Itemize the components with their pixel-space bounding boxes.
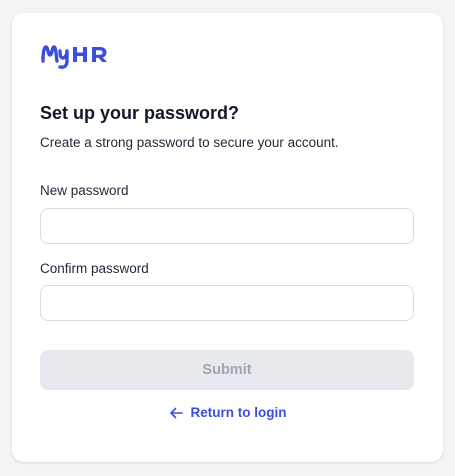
submit-button[interactable]: Submit: [40, 350, 414, 390]
return-to-login-label: Return to login: [190, 405, 287, 420]
password-setup-card: Set up your password? Create a strong pa…: [12, 13, 443, 462]
page-title: Set up your password?: [40, 103, 240, 123]
page-subtitle: Create a strong password to secure your …: [40, 135, 339, 150]
arrow-left-icon: [169, 406, 183, 420]
new-password-input[interactable]: [40, 208, 414, 244]
myhr-logo-mark: [41, 45, 107, 69]
return-to-login-link[interactable]: Return to login: [12, 405, 443, 420]
new-password-label: New password: [40, 183, 129, 198]
myhr-logo: [40, 39, 120, 71]
confirm-password-input[interactable]: [40, 285, 414, 321]
confirm-password-label: Confirm password: [40, 261, 149, 276]
